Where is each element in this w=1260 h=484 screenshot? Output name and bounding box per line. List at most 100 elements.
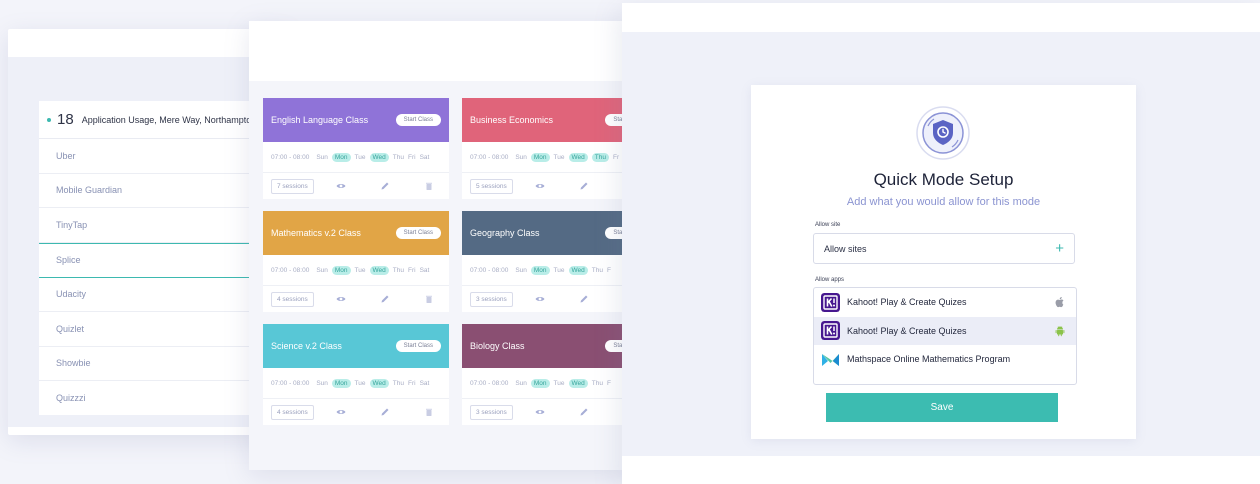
class-card[interactable]: Mathematics v.2 Class Start Class 07:00 - … [263, 211, 449, 312]
class-footer: 3 sessions [462, 399, 629, 425]
eye-icon[interactable] [535, 294, 545, 304]
day-thu: Thu [591, 379, 603, 387]
day-wed: Wed [369, 152, 389, 162]
day-sun: Sun [316, 266, 328, 274]
save-button[interactable]: Save [826, 393, 1058, 422]
plus-icon[interactable]: + [1055, 241, 1064, 256]
pencil-icon[interactable] [579, 181, 589, 191]
day-sat: Sat [419, 379, 430, 387]
pencil-icon[interactable] [380, 181, 390, 191]
classes-grid: English Language Class Start Class 07:00 -… [249, 81, 629, 470]
class-title: English Language Class [271, 115, 369, 125]
day-tue: Tue [354, 266, 366, 274]
app-item-kahoot-ios[interactable]: Kahoot! Play & Create Quizes [814, 288, 1076, 317]
android-icon [1055, 326, 1065, 337]
day-f: F [606, 379, 611, 387]
start-class-button[interactable]: Start Class [395, 114, 441, 126]
quick-mode-title: Quick Mode Setup [873, 170, 1014, 189]
class-time: 07:00 - 08:00 [271, 266, 310, 274]
class-schedule: 07:00 - 08:00 Sun Mon Tue Wed Thu F [462, 255, 629, 286]
pencil-icon[interactable] [380, 407, 390, 417]
class-title: Biology Class [470, 341, 525, 351]
class-footer: 5 sessions [462, 173, 629, 199]
day-thu: Thu [591, 266, 603, 274]
class-title: Business Economics [470, 115, 554, 125]
app-item-kahoot-android[interactable]: Kahoot! Play & Create Quizes [814, 316, 1076, 345]
trash-icon[interactable] [424, 181, 434, 191]
app-name: Quizlet [56, 323, 85, 334]
class-time: 07:00 - 08:00 [470, 379, 509, 387]
day-wed: Wed [369, 378, 389, 388]
class-card[interactable]: Biology ClassStart C07:00 - 08:00SunMonT… [462, 324, 629, 425]
day-fri: Fri [407, 379, 416, 387]
day-thu: Thu [392, 266, 404, 274]
class-schedule: 07:00 - 08:00 Sun Mon Tue Wed Thu F [462, 368, 629, 399]
day-thu: Thu [392, 379, 404, 387]
pencil-icon[interactable] [579, 407, 589, 417]
class-time: 07:00 - 08:00 [470, 153, 509, 161]
class-time: 07:00 - 08:00 [271, 379, 310, 387]
sessions-count[interactable]: 4 sessions [271, 404, 314, 420]
class-banner: Biology ClassStart C [462, 324, 629, 368]
allow-site-input[interactable]: Allow sites + [813, 233, 1075, 264]
class-card[interactable]: Business EconomicsStart C 07:00 - 08:00 Su… [462, 98, 629, 199]
sessions-count[interactable]: 3 sessions [470, 291, 513, 307]
class-footer: 4 sessions [263, 286, 449, 312]
class-card[interactable]: Geography ClassStart C 07:00 - 08:00 SunMo… [462, 211, 629, 312]
start-class-button[interactable]: Start Class [395, 227, 441, 239]
day-fr: Fr [612, 153, 620, 161]
eye-icon[interactable] [336, 294, 346, 304]
app-name: Kahoot! Play & Create Quizes [847, 297, 967, 308]
day-wed: Wed [369, 265, 389, 275]
eye-icon[interactable] [336, 181, 346, 191]
trash-icon[interactable] [424, 294, 434, 304]
sessions-count[interactable]: 7 sessions [271, 178, 314, 194]
class-banner: English Language Class Start Class [263, 98, 449, 142]
day-mon: Mon [530, 378, 550, 388]
quick-mode-panel: Quick Mode Setup Add what you would allo… [622, 3, 1260, 484]
kahoot-logo-icon [821, 321, 840, 341]
pencil-icon[interactable] [380, 294, 390, 304]
class-title: Science v.2 Class [271, 341, 342, 351]
class-schedule: 07:00 - 08:00 Sun Mon Tue Wed Thu Fri Sat [263, 255, 449, 286]
app-item-mathspace[interactable]: Mathspace Online Mathematics Program [814, 345, 1076, 374]
app-name: Uber [56, 150, 76, 161]
sessions-count[interactable]: 3 sessions [470, 404, 513, 420]
day-sat: Sat [419, 153, 430, 161]
day-mon: Mon [331, 152, 351, 162]
class-banner: Mathematics v.2 Class Start Class [263, 211, 449, 255]
day-sun: Sun [316, 153, 328, 161]
class-banner: Geography ClassStart C [462, 211, 629, 255]
app-name: TinyTap [56, 219, 88, 230]
sessions-count[interactable]: 4 sessions [271, 291, 314, 307]
day-tue: Tue [354, 153, 366, 161]
eye-icon[interactable] [336, 407, 346, 417]
eye-icon[interactable] [535, 407, 545, 417]
day-sun: Sun [515, 266, 527, 274]
class-schedule: 07:00 - 08:00 Sun Mon Tue Wed Thu Fri Sat [263, 142, 449, 173]
class-schedule: 07:00 - 08:00 Sun Mon Tue Wed Thu Fr [462, 142, 629, 173]
day-tue: Tue [553, 153, 565, 161]
day-fri: Fri [407, 266, 416, 274]
sessions-count[interactable]: 5 sessions [470, 178, 513, 194]
status-dot [47, 117, 51, 122]
day-tue: Tue [553, 266, 565, 274]
day-fri: Fri [407, 153, 416, 161]
class-footer: 3 sessions [462, 286, 629, 312]
shield-icon [916, 106, 970, 160]
start-class-button[interactable]: Start Class [395, 340, 441, 352]
pencil-icon[interactable] [579, 294, 589, 304]
allow-apps-label: Allow apps [815, 277, 845, 283]
trash-icon[interactable] [424, 407, 434, 417]
eye-icon[interactable] [535, 181, 545, 191]
day-sat: Sat [419, 266, 430, 274]
quick-mode-subtitle: Add what you would allow for this mode [846, 196, 1041, 208]
kahoot-logo-icon [821, 292, 840, 312]
class-time: 07:00 - 08:00 [470, 266, 509, 274]
class-footer: 7 sessions [263, 173, 449, 199]
allow-site-value: Allow sites [824, 243, 867, 254]
day-tue: Tue [354, 379, 366, 387]
usage-title: Application Usage, Mere Way, Northampton [81, 114, 257, 125]
class-card[interactable]: English Language Class Start Class 07:00 -… [263, 98, 449, 199]
class-card[interactable]: Science v.2 Class Start Class 07:00 - 08:0… [263, 324, 449, 425]
